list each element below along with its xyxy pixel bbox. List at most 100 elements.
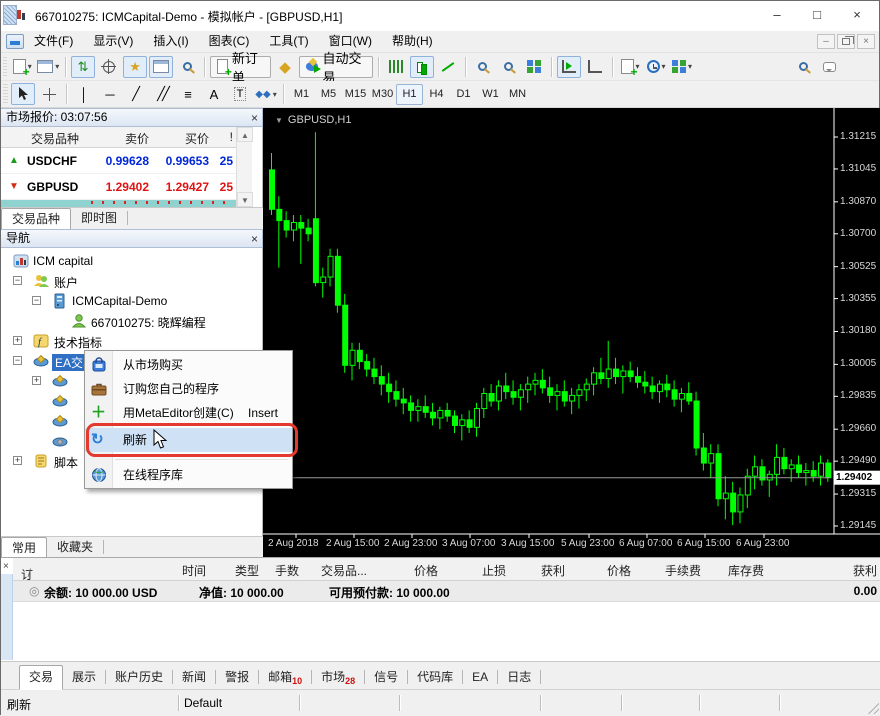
market-watch-scrollbar[interactable]: ▲ ▼ <box>236 127 252 207</box>
tab-favorites[interactable]: 收藏夹 <box>47 538 103 558</box>
strategy-tester-button[interactable] <box>175 56 199 78</box>
tab-exposure[interactable]: 展示 <box>63 667 105 689</box>
window-maximize-button[interactable]: □ <box>797 1 837 29</box>
navigator-close-icon[interactable]: × <box>251 231 258 248</box>
line-chart-button[interactable] <box>436 56 460 78</box>
col-takeprofit[interactable]: 获利 <box>505 562 565 579</box>
scroll-up-icon[interactable]: ▲ <box>237 127 253 142</box>
chart-minimize-button[interactable]: – <box>817 34 835 49</box>
market-watch-close-icon[interactable]: × <box>251 110 258 127</box>
menu-item-online-library[interactable]: 在线程序库 <box>85 463 292 487</box>
collapse-icon[interactable]: − <box>13 356 22 365</box>
text-tool-button[interactable]: A <box>202 83 226 105</box>
tab-account-history[interactable]: 账户历史 <box>106 667 172 689</box>
period-w1-button[interactable]: W1 <box>477 84 504 105</box>
period-m30-button[interactable]: M30 <box>369 84 396 105</box>
metaeditor-button[interactable]: ◆ <box>273 56 297 78</box>
col-spread[interactable]: ! <box>207 130 233 144</box>
chart-shift-button[interactable] <box>583 56 607 78</box>
col-open-price[interactable]: 价格 <box>378 562 438 579</box>
tab-alerts[interactable]: 警报 <box>216 667 258 689</box>
menu-file[interactable]: 文件(F) <box>24 31 83 52</box>
tab-trade[interactable]: 交易 <box>19 665 63 690</box>
period-m5-button[interactable]: M5 <box>315 84 342 105</box>
search-button[interactable] <box>791 56 815 78</box>
menu-help[interactable]: 帮助(H) <box>382 31 443 52</box>
tab-code-base[interactable]: 代码库 <box>408 667 462 689</box>
chart-window[interactable]: ▼GBPUSD,H1 1.312151.310451.308701.307001… <box>263 108 880 557</box>
tab-symbols[interactable]: 交易品种 <box>1 208 71 230</box>
channel-tool-button[interactable]: ╱╱ <box>150 83 174 105</box>
autotrading-button[interactable]: 自动交易 <box>299 56 373 78</box>
balance-row[interactable]: ◎ 余额: 10 000.00 USD 净值: 10 000.00 可用预付款:… <box>13 581 880 602</box>
auto-scroll-button[interactable] <box>557 56 581 78</box>
collapse-icon[interactable]: − <box>13 276 22 285</box>
tab-common[interactable]: 常用 <box>1 537 47 559</box>
tab-market[interactable]: 市场28 <box>312 667 364 689</box>
scroll-down-icon[interactable]: ▼ <box>237 192 253 207</box>
menu-tools[interactable]: 工具(T) <box>259 31 318 52</box>
period-mn-button[interactable]: MN <box>504 84 531 105</box>
arrows-tool-button[interactable]: ◆◆▾ <box>254 83 278 105</box>
col-symbol[interactable]: 交易品种 <box>31 130 79 147</box>
collapse-icon[interactable]: − <box>32 296 41 305</box>
crosshair-tool-button[interactable] <box>37 83 61 105</box>
market-watch-row-usdchf[interactable]: ▲ USDCHF 0.99628 0.99653 25 <box>1 148 237 174</box>
data-window-button[interactable] <box>97 56 121 78</box>
menu-item-refresh[interactable]: ↻ 刷新 <box>85 428 292 452</box>
market-watch-partial-row[interactable] <box>1 200 237 207</box>
col-bid[interactable]: 卖价 <box>89 130 149 147</box>
period-h4-button[interactable]: H4 <box>423 84 450 105</box>
tab-mailbox[interactable]: 邮箱10 <box>259 667 311 689</box>
tab-news[interactable]: 新闻 <box>173 667 215 689</box>
menu-item-create-metaeditor[interactable]: ＋ 用MetaEditor创建(C) Insert <box>85 401 292 425</box>
text-label-tool-button[interactable]: T <box>228 83 252 105</box>
tab-journal[interactable]: 日志 <box>498 667 540 689</box>
tab-signals[interactable]: 信号 <box>365 667 407 689</box>
col-time[interactable]: 时间 <box>146 562 206 579</box>
new-chart-button[interactable]: +▾ <box>10 56 34 78</box>
chart-system-menu-icon[interactable] <box>6 34 24 49</box>
chart-restore-button[interactable] <box>837 34 855 49</box>
chat-button[interactable] <box>817 56 841 78</box>
vertical-line-tool-button[interactable]: │ <box>72 83 96 105</box>
market-watch-toggle-button[interactable]: ⇅ <box>71 56 95 78</box>
period-m1-button[interactable]: M1 <box>288 84 315 105</box>
profiles-button[interactable]: ▾ <box>36 56 60 78</box>
terminal-side-strip[interactable] <box>1 574 13 660</box>
period-d1-button[interactable]: D1 <box>450 84 477 105</box>
menu-insert[interactable]: 插入(I) <box>143 31 198 52</box>
expand-icon[interactable]: + <box>13 456 22 465</box>
col-lots[interactable]: 手数 <box>239 562 299 579</box>
expand-icon[interactable]: + <box>13 336 22 345</box>
col-order[interactable]: 订单 / <box>21 562 28 576</box>
toolbar-grip2[interactable] <box>3 84 8 104</box>
menu-view[interactable]: 显示(V) <box>83 31 143 52</box>
col-swap[interactable]: 库存费 <box>694 562 764 579</box>
terminal-toggle-button[interactable] <box>149 56 173 78</box>
cursor-tool-button[interactable] <box>11 83 35 105</box>
menu-item-buy-from-market[interactable]: 从市场购买 <box>85 353 292 377</box>
col-symbol[interactable]: 交易品... <box>321 562 367 579</box>
templates-button[interactable]: ▾ <box>670 56 694 78</box>
navigator-toggle-button[interactable]: ★ <box>123 56 147 78</box>
new-order-button[interactable]: +新订单 <box>210 56 271 78</box>
indicators-button[interactable]: +▾ <box>618 56 642 78</box>
col-profit[interactable]: 获利 <box>807 562 877 579</box>
horizontal-line-tool-button[interactable]: ─ <box>98 83 122 105</box>
period-h1-button[interactable]: H1 <box>396 84 423 105</box>
candlestick-chart-button[interactable] <box>410 56 434 78</box>
col-commission[interactable]: 手续费 <box>631 562 701 579</box>
market-watch-row-gbpusd[interactable]: ▼ GBPUSD 1.29402 1.29427 25 <box>1 174 237 200</box>
period-m15-button[interactable]: M15 <box>342 84 369 105</box>
terminal-detach-icon[interactable] <box>3 5 17 25</box>
col-current-price[interactable]: 价格 <box>571 562 631 579</box>
window-close-button[interactable]: × <box>837 1 877 29</box>
window-minimize-button[interactable]: – <box>757 1 797 29</box>
status-profile[interactable]: Default <box>184 696 222 710</box>
trendline-tool-button[interactable]: ╱ <box>124 83 148 105</box>
tile-windows-button[interactable] <box>522 56 546 78</box>
tab-experts[interactable]: EA <box>463 667 497 689</box>
menu-item-order-program[interactable]: 订购您自己的程序 <box>85 377 292 401</box>
zoom-out-button[interactable] <box>496 56 520 78</box>
